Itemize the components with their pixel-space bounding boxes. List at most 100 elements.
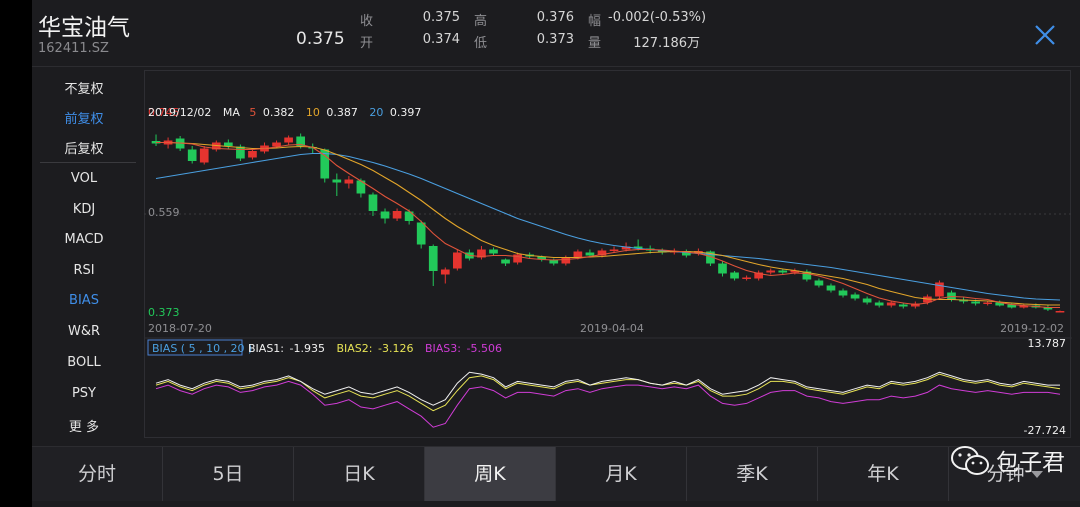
- tab-5day[interactable]: 5日: [163, 447, 294, 501]
- period-tabs: 分时 5日 日K 周K 月K 季K 年K 分钟: [32, 446, 1080, 501]
- quote-label-open: 开: [360, 36, 374, 51]
- quote-value-high: 0.376: [536, 10, 574, 25]
- tab-weekly-label: 周K: [474, 463, 506, 485]
- candle-body: [489, 249, 498, 254]
- adjust-forward[interactable]: 前复权: [32, 108, 136, 127]
- sidebar-divider: [40, 162, 136, 163]
- candle-body: [187, 149, 197, 161]
- indicator-kdj[interactable]: KDJ: [32, 202, 136, 217]
- candle-body: [983, 302, 992, 304]
- indicator-wr[interactable]: W&R: [32, 324, 136, 339]
- quote-label-volume: 量: [588, 36, 602, 51]
- ma-label: MA: [223, 106, 240, 119]
- quote-value-close: 0.375: [422, 10, 460, 25]
- tab-daily-label: 日K: [343, 463, 375, 485]
- tab-5day-label: 5日: [212, 463, 244, 485]
- ma5-period: 5: [249, 106, 256, 119]
- quote-label-low: 低: [474, 36, 488, 51]
- stock-code: 162411.SZ: [38, 41, 109, 56]
- candle-body: [874, 302, 884, 306]
- quote-label-close: 收: [360, 14, 374, 29]
- close-button[interactable]: [1032, 22, 1058, 48]
- candle-body: [886, 302, 896, 306]
- x-label-start: 2018-07-20: [148, 322, 212, 335]
- sidebar: 不复权 前复权 后复权 VOL KDJ MACD RSI BIAS W&R BO…: [32, 70, 136, 440]
- candle-body: [380, 211, 390, 219]
- kline-chart[interactable]: 0.745 0.559 0.373 2018-07-20 2019-04-04 …: [144, 70, 1072, 438]
- candle-body: [1055, 311, 1065, 313]
- candle-body: [778, 270, 788, 273]
- candle-body: [838, 290, 848, 296]
- candle-body: [742, 277, 751, 279]
- ma10-period: 10: [306, 106, 320, 119]
- tab-daily[interactable]: 日K: [294, 447, 425, 501]
- bias3-value: -5.506: [466, 342, 501, 355]
- candle-body: [573, 251, 583, 258]
- y-label-mid: 0.559: [148, 206, 180, 219]
- tab-quarterly[interactable]: 季K: [687, 447, 818, 501]
- candle-body: [826, 285, 836, 291]
- bias-legend: BIAS ( 5 , 10 , 20 ): [152, 342, 252, 355]
- tab-monthly[interactable]: 月K: [556, 447, 687, 501]
- bias1-label: BIAS1:: [248, 342, 284, 355]
- candle: [935, 280, 944, 299]
- candle-body: [453, 252, 462, 269]
- candle-body: [898, 304, 908, 307]
- quote-value-change: -0.002(-0.53%): [608, 10, 707, 25]
- bias2-label: BIAS2:: [336, 342, 372, 355]
- candle-body: [440, 269, 450, 275]
- candle-body: [501, 259, 510, 264]
- candle-body: [609, 249, 619, 251]
- candle-body: [332, 179, 342, 183]
- indicator-bias[interactable]: BIAS: [32, 293, 136, 308]
- ma10-value: 0.387: [326, 106, 358, 119]
- tab-intraday[interactable]: 分时: [32, 447, 163, 501]
- tab-weekly[interactable]: 周K: [425, 447, 556, 501]
- candle-body: [718, 263, 727, 274]
- candle-body: [199, 148, 209, 163]
- candle-body: [248, 151, 257, 158]
- bias1-value: -1.935: [290, 342, 325, 355]
- indicator-boll[interactable]: BOLL: [32, 355, 136, 370]
- candle-body: [344, 179, 354, 184]
- candle-body: [416, 222, 426, 245]
- candle-body: [561, 257, 571, 264]
- indicator-psy[interactable]: PSY: [32, 386, 136, 401]
- bias-max-label: 13.787: [1028, 337, 1067, 350]
- candle: [199, 146, 209, 165]
- watermark-text: 包子君: [996, 450, 1065, 476]
- quote-label-change: 幅: [588, 14, 602, 29]
- candle-body: [814, 280, 824, 286]
- indicator-macd[interactable]: MACD: [32, 232, 136, 247]
- candle: [453, 249, 462, 271]
- app-window: 华宝油气 162411.SZ 0.375 收 0.375 高 0.376 幅 -…: [32, 0, 1080, 507]
- wechat-icon: [951, 446, 989, 475]
- ma20-value: 0.397: [390, 106, 422, 119]
- candle-body: [224, 142, 233, 146]
- candle-body: [585, 252, 595, 256]
- quote-value-low: 0.373: [536, 32, 574, 47]
- indicator-more[interactable]: 更 多: [32, 416, 136, 435]
- stock-name: 华宝油气: [38, 15, 130, 41]
- tab-yearly[interactable]: 年K: [818, 447, 949, 501]
- header: 华宝油气 162411.SZ 0.375 收 0.375 高 0.376 幅 -…: [32, 0, 1080, 67]
- candle-body: [428, 246, 438, 271]
- ma-date: 2019/12/02: [148, 106, 211, 119]
- adjust-backward[interactable]: 后复权: [32, 138, 136, 157]
- ma20-period: 20: [369, 106, 383, 119]
- bias2-value: -3.126: [378, 342, 413, 355]
- quote-value-volume: 127.186万: [633, 36, 700, 51]
- bias3-label: BIAS3:: [425, 342, 461, 355]
- quote-value-open: 0.374: [422, 32, 460, 47]
- indicator-vol[interactable]: VOL: [32, 171, 136, 186]
- candle-body: [284, 137, 293, 143]
- adjust-none[interactable]: 不复权: [32, 78, 136, 97]
- tab-quarterly-label: 季K: [736, 463, 768, 485]
- candle-body: [766, 270, 776, 273]
- candle-body: [730, 272, 739, 279]
- candle-body: [392, 211, 402, 219]
- indicator-rsi[interactable]: RSI: [32, 263, 136, 278]
- current-price: 0.375: [296, 29, 345, 49]
- ma5-value: 0.382: [263, 106, 295, 119]
- candle-body: [971, 301, 980, 304]
